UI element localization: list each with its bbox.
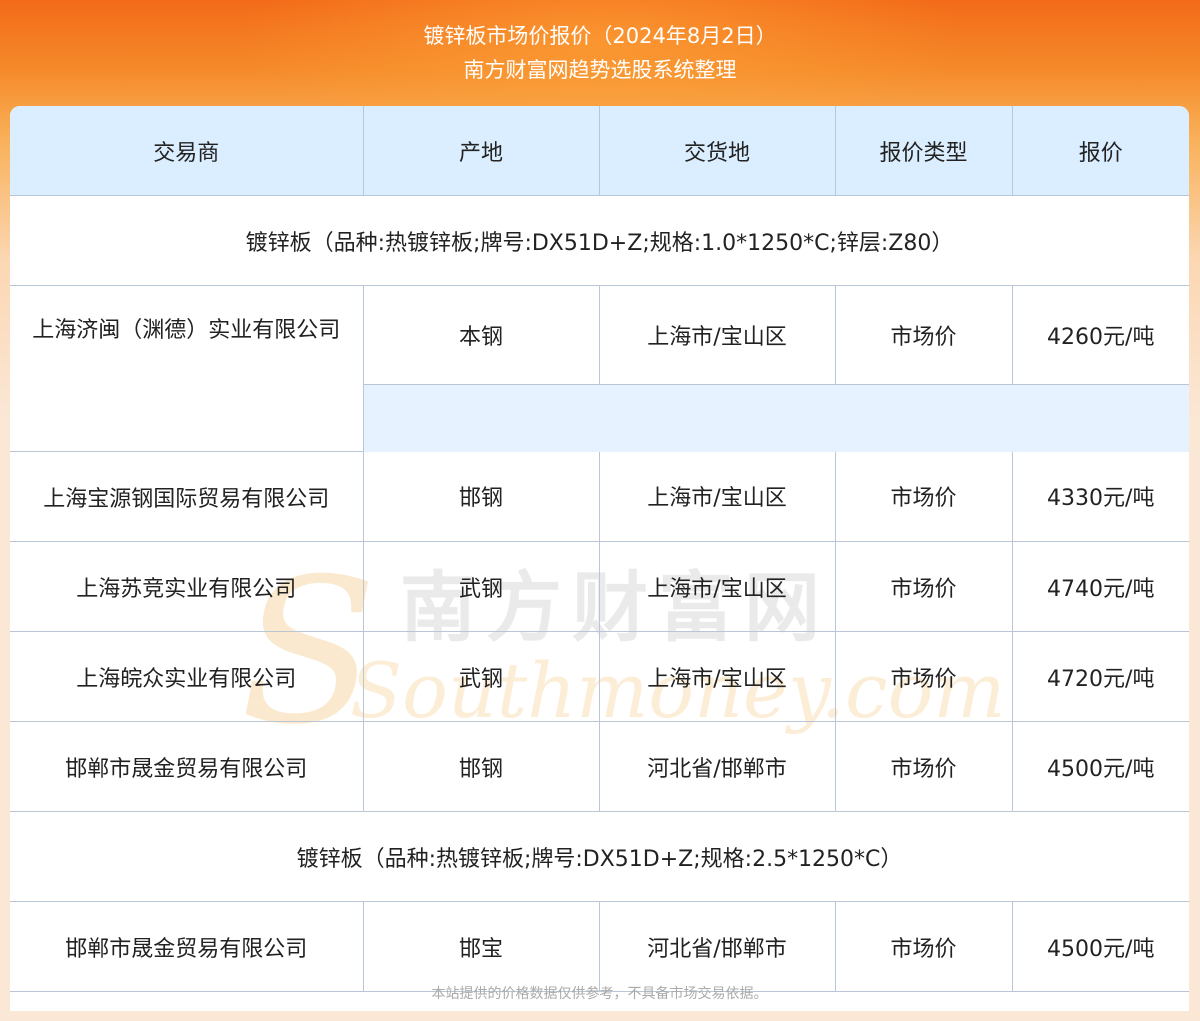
cell-delivery: 上海市/宝山区 <box>599 285 836 386</box>
cell-delivery: 上海市/宝山区 <box>599 541 836 632</box>
cell-trader: 上海皖众实业有限公司 <box>10 631 364 722</box>
column-header-origin: 产地 <box>363 106 600 196</box>
page-title: 镀锌板市场价报价（2024年8月2日） <box>423 24 777 48</box>
cell-origin: 武钢 <box>363 631 600 722</box>
price-table: 交易商 产地 交货地 报价类型 报价 镀锌板（品种:热镀锌板;牌号:DX51D+… <box>10 106 1189 992</box>
table-header-row: 交易商 产地 交货地 报价类型 报价 <box>10 106 1189 196</box>
cell-quote-type: 市场价 <box>835 451 1013 542</box>
cell-trader: 上海济闽（渊德）实业有限公司 <box>10 285 364 452</box>
cell-price: 4330元/吨 <box>1012 451 1189 542</box>
cell-delivery: 上海市/宝山区 <box>599 631 836 722</box>
cell-price: 4740元/吨 <box>1012 541 1189 632</box>
column-header-quote-type: 报价类型 <box>835 106 1013 196</box>
cell-price: 4500元/吨 <box>1012 901 1189 992</box>
page-subtitle: 南方财富网趋势选股系统整理 <box>463 58 737 82</box>
cell-trader: 邯郸市晟金贸易有限公司 <box>10 901 364 992</box>
cell-delivery: 上海市/宝山区 <box>599 451 836 542</box>
cell-delivery: 河北省/邯郸市 <box>599 721 836 812</box>
cell-quote-type: 市场价 <box>835 285 1013 386</box>
cell-origin: 本钢 <box>363 285 600 386</box>
cell-quote-type: 市场价 <box>835 721 1013 812</box>
cell-trader: 邯郸市晟金贸易有限公司 <box>10 721 364 812</box>
table-row: 上海宝源钢国际贸易有限公司 邯钢 上海市/宝山区 市场价 4330元/吨 <box>10 451 1189 542</box>
column-header-price: 报价 <box>1012 106 1189 196</box>
cell-delivery: 河北省/邯郸市 <box>599 901 836 992</box>
group-row: 镀锌板（品种:热镀锌板;牌号:DX51D+Z;规格:2.5*1250*C） <box>10 811 1189 902</box>
cell-quote-type: 市场价 <box>835 541 1013 632</box>
cell-price: 4260元/吨 <box>1012 285 1189 386</box>
cell-trader: 上海苏竞实业有限公司 <box>10 541 364 632</box>
column-header-delivery: 交货地 <box>599 106 836 196</box>
group-label: 镀锌板（品种:热镀锌板;牌号:DX51D+Z;规格:1.0*1250*C;锌层:… <box>10 195 1189 286</box>
column-header-trader: 交易商 <box>10 106 364 196</box>
price-table-card: S 南方财富网 Southmoney.com 交易商 产地 交货地 报价类型 报… <box>10 106 1189 1011</box>
cell-origin: 邯钢 <box>363 721 600 812</box>
group-row: 镀锌板（品种:热镀锌板;牌号:DX51D+Z;规格:1.0*1250*C;锌层:… <box>10 195 1189 286</box>
table-row: 邯郸市晟金贸易有限公司 邯钢 河北省/邯郸市 市场价 4500元/吨 <box>10 721 1189 812</box>
cell-origin: 邯宝 <box>363 901 600 992</box>
cell-trader: 上海宝源钢国际贸易有限公司 <box>10 451 364 542</box>
cell-price: 4500元/吨 <box>1012 721 1189 812</box>
cell-quote-type: 市场价 <box>835 901 1013 992</box>
table-row: 上海皖众实业有限公司 武钢 上海市/宝山区 市场价 4720元/吨 <box>10 631 1189 722</box>
cell-quote-type: 市场价 <box>835 631 1013 722</box>
cell-origin: 武钢 <box>363 541 600 632</box>
group-label: 镀锌板（品种:热镀锌板;牌号:DX51D+Z;规格:2.5*1250*C） <box>10 811 1189 902</box>
table-row: 邯郸市晟金贸易有限公司 邯宝 河北省/邯郸市 市场价 4500元/吨 <box>10 901 1189 992</box>
empty-cell <box>363 384 1189 452</box>
page-header: 镀锌板市场价报价（2024年8月2日） 南方财富网趋势选股系统整理 <box>0 0 1200 106</box>
cell-origin: 邯钢 <box>363 451 600 542</box>
cell-price: 4720元/吨 <box>1012 631 1189 722</box>
table-row: 上海济闽（渊德）实业有限公司 本钢 上海市/宝山区 市场价 4260元/吨 <box>10 285 1189 452</box>
table-row: 上海苏竞实业有限公司 武钢 上海市/宝山区 市场价 4740元/吨 <box>10 541 1189 632</box>
disclaimer-footnote: 本站提供的价格数据仅供参考，不具备市场交易依据。 <box>431 986 768 1002</box>
